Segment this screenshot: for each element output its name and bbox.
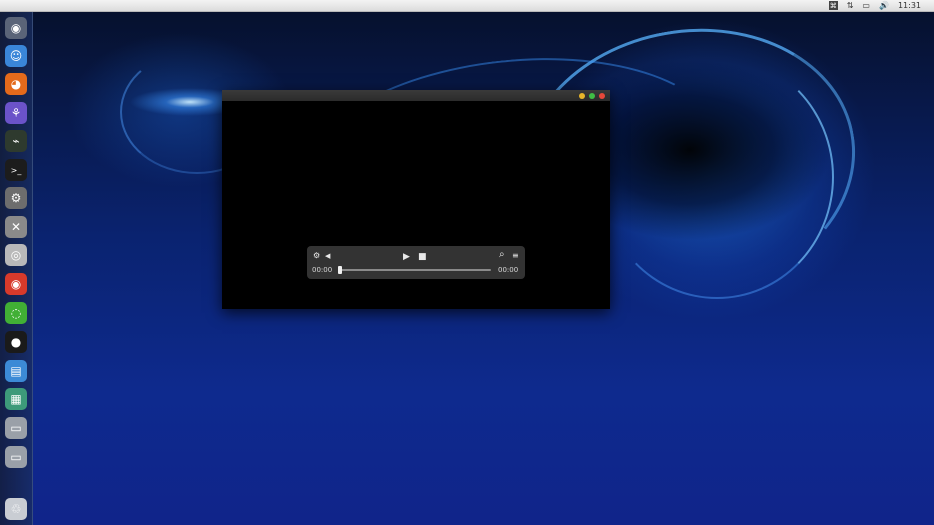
- dock-files-icon[interactable]: ▤: [5, 360, 27, 382]
- dock-drive-1-icon[interactable]: ▭: [5, 417, 27, 439]
- playlist-icon[interactable]: ≡: [512, 252, 519, 260]
- window-titlebar[interactable]: [222, 90, 610, 101]
- search-icon[interactable]: ⌕: [499, 250, 505, 260]
- stop-button[interactable]: ■: [418, 253, 427, 262]
- video-player-window: ⚙ ◀ ▶ ■ ⌕ ≡ 00:00 00:00: [222, 90, 610, 309]
- seek-bar[interactable]: [338, 266, 491, 274]
- dock-archive-icon[interactable]: ▦: [5, 388, 27, 410]
- total-time: 00:00: [498, 266, 519, 274]
- dock-drive-2-icon[interactable]: ▭: [5, 446, 27, 468]
- close-button[interactable]: [599, 93, 605, 99]
- play-button[interactable]: ▶: [403, 253, 410, 262]
- seek-handle[interactable]: [338, 266, 342, 274]
- app-indicator-icon[interactable]: ⌘: [828, 1, 838, 10]
- dock-app-store-icon[interactable]: ⚘: [5, 102, 27, 124]
- volume-icon[interactable]: 🔊: [879, 1, 889, 11]
- minimize-button[interactable]: [579, 93, 585, 99]
- dock-settings-icon[interactable]: ⚙: [5, 187, 27, 209]
- dock-terminal-icon[interactable]: >_: [5, 159, 27, 181]
- dock-firefox-icon[interactable]: ◕: [5, 73, 27, 95]
- dock-dvd-icon[interactable]: ◎: [5, 244, 27, 266]
- top-menu-bar: ⌘ ⇅ ▭ 🔊 11:31: [0, 0, 934, 12]
- maximize-button[interactable]: [589, 93, 595, 99]
- network-icon[interactable]: ⇅: [847, 1, 854, 11]
- current-time: 00:00: [312, 266, 333, 274]
- playback-controls: ⚙ ◀ ▶ ■ ⌕ ≡ 00:00 00:00: [307, 246, 525, 279]
- dock-wechat-icon[interactable]: ◌: [5, 302, 27, 324]
- dock-trash-icon[interactable]: ♲: [5, 498, 27, 520]
- dock-tools-icon[interactable]: ✕: [5, 216, 27, 238]
- dock-qq-icon[interactable]: ●: [5, 331, 27, 353]
- volume-icon[interactable]: ◀: [325, 252, 330, 260]
- dock: ◉ ☺ ◕ ⚘ ⌁ >_ ⚙ ✕ ◎ ◉ ◌ ● ▤ ▦ ▭ ▭ ♲: [0, 12, 33, 525]
- wallpaper-swirl-2: [600, 55, 834, 299]
- dock-browser-icon[interactable]: ◉: [5, 273, 27, 295]
- dock-ubuntu-icon[interactable]: ◉: [5, 17, 27, 39]
- clock[interactable]: 11:31: [898, 1, 921, 11]
- settings-icon[interactable]: ⚙: [313, 252, 320, 260]
- dock-finder-icon[interactable]: ☺: [5, 45, 27, 67]
- battery-icon[interactable]: ▭: [862, 1, 870, 11]
- dock-system-monitor-icon[interactable]: ⌁: [5, 130, 27, 152]
